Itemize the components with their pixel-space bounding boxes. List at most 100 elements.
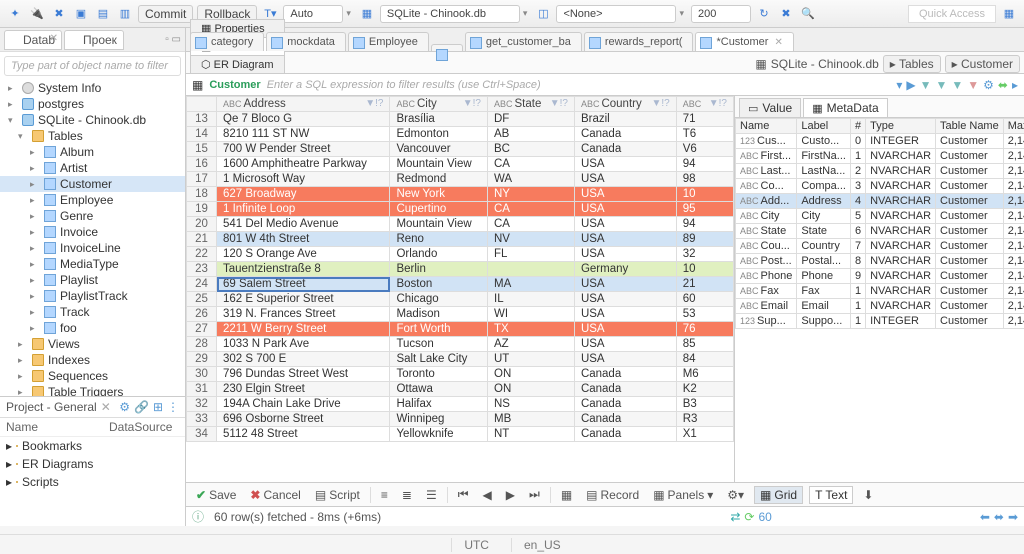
- collapse-icon[interactable]: ⬌: [998, 78, 1008, 92]
- schema-icon[interactable]: ◫: [534, 5, 552, 23]
- panels-button[interactable]: ▦Panels▾: [649, 487, 717, 503]
- meta-cell[interactable]: 2,147,483: [1003, 134, 1024, 149]
- cell[interactable]: 1600 Amphitheatre Parkway: [217, 157, 390, 172]
- cell[interactable]: Tucson: [390, 337, 488, 352]
- tree-node-indexes[interactable]: ▸Indexes: [0, 352, 185, 368]
- cell[interactable]: ON: [488, 367, 575, 382]
- cell[interactable]: Reno: [390, 232, 488, 247]
- search-icon[interactable]: 🔍: [799, 5, 817, 23]
- gear-icon[interactable]: ⚙▾: [723, 487, 748, 503]
- meta-cell[interactable]: ABCEmail: [736, 299, 797, 314]
- cell[interactable]: 98: [676, 172, 733, 187]
- meta-cell[interactable]: Custo...: [797, 134, 851, 149]
- cell[interactable]: Mountain View: [390, 157, 488, 172]
- meta-cell[interactable]: 2,147,483: [1003, 164, 1024, 179]
- meta-cell[interactable]: 3: [850, 179, 865, 194]
- dropdown-icon[interactable]: ▾: [896, 78, 902, 92]
- cell[interactable]: Toronto: [390, 367, 488, 382]
- cell[interactable]: Redmond: [390, 172, 488, 187]
- cell[interactable]: Canada: [574, 397, 676, 412]
- cell[interactable]: Boston: [390, 277, 488, 292]
- perspective-icon[interactable]: ▦: [1000, 5, 1018, 23]
- row-number[interactable]: 17: [187, 172, 217, 187]
- row-number[interactable]: 19: [187, 202, 217, 217]
- column-header[interactable]: ABCCountry▼!?: [574, 97, 676, 112]
- cell[interactable]: USA: [574, 292, 676, 307]
- column-header[interactable]: ABC▼!?: [676, 97, 733, 112]
- value-tab[interactable]: ▭ Value: [739, 98, 801, 117]
- cell[interactable]: USA: [574, 337, 676, 352]
- refresh-icon[interactable]: ↻: [755, 5, 773, 23]
- cell[interactable]: 94: [676, 217, 733, 232]
- cell[interactable]: USA: [574, 202, 676, 217]
- meta-cell[interactable]: NVARCHAR: [866, 239, 936, 254]
- cell[interactable]: V6: [676, 142, 733, 157]
- cell[interactable]: 319 N. Frances Street: [217, 307, 390, 322]
- refresh-icon[interactable]: ⟳: [744, 510, 754, 524]
- meta-cell[interactable]: LastNa...: [797, 164, 851, 179]
- meta-cell[interactable]: NVARCHAR: [866, 254, 936, 269]
- cell[interactable]: Cupertino: [390, 202, 488, 217]
- plug-icon[interactable]: 🔌: [28, 5, 46, 23]
- cell[interactable]: Salt Lake City: [390, 352, 488, 367]
- meta-cell[interactable]: Customer: [936, 284, 1004, 299]
- meta-cell[interactable]: Customer: [936, 239, 1004, 254]
- meta-cell[interactable]: ABCPost...: [736, 254, 797, 269]
- meta-cell[interactable]: 2,147,483: [1003, 179, 1024, 194]
- cell[interactable]: IL: [488, 292, 575, 307]
- commit-mode-dropdown[interactable]: Auto▾: [283, 5, 354, 23]
- cell[interactable]: 85: [676, 337, 733, 352]
- cell[interactable]: AZ: [488, 337, 575, 352]
- last-icon[interactable]: ⏭: [525, 486, 544, 503]
- meta-cell[interactable]: NVARCHAR: [866, 164, 936, 179]
- meta-cell[interactable]: 2,147,483: [1003, 194, 1024, 209]
- tree-node-artist[interactable]: ▸Artist: [0, 160, 185, 176]
- cell[interactable]: 1033 N Park Ave: [217, 337, 390, 352]
- meta-cell[interactable]: 4: [850, 194, 865, 209]
- meta-header[interactable]: #: [850, 119, 865, 134]
- filter-input[interactable]: Enter a SQL expression to filter results…: [267, 79, 891, 91]
- scroll-end-icon[interactable]: ➡: [1008, 510, 1018, 524]
- cell[interactable]: 10: [676, 262, 733, 277]
- meta-cell[interactable]: NVARCHAR: [866, 209, 936, 224]
- align-icon[interactable]: ☰: [422, 487, 441, 503]
- meta-cell[interactable]: NVARCHAR: [866, 194, 936, 209]
- gear-icon[interactable]: ⚙: [119, 400, 130, 414]
- meta-cell[interactable]: 1: [850, 149, 865, 164]
- cell[interactable]: Madison: [390, 307, 488, 322]
- meta-cell[interactable]: Phone: [797, 269, 851, 284]
- apply-filter-icon[interactable]: ▶: [906, 78, 915, 92]
- sql-editor-icon[interactable]: ▣: [72, 5, 90, 23]
- cell[interactable]: 5112 48 Street: [217, 427, 390, 442]
- tree-node-mediatype[interactable]: ▸MediaType: [0, 256, 185, 272]
- chevron-icon[interactable]: ▸: [1012, 78, 1018, 92]
- meta-cell[interactable]: NVARCHAR: [866, 284, 936, 299]
- tree-node-sqlite-chinook-db[interactable]: ▾SQLite - Chinook.db: [0, 112, 185, 128]
- transpose-icon[interactable]: ⇄: [730, 510, 740, 524]
- project-item[interactable]: ▸Scripts: [0, 473, 185, 491]
- meta-cell[interactable]: Customer: [936, 314, 1004, 329]
- cell[interactable]: 302 S 700 E: [217, 352, 390, 367]
- meta-cell[interactable]: Postal...: [797, 254, 851, 269]
- tree-node-foo[interactable]: ▸foo: [0, 320, 185, 336]
- view-tab-projects[interactable]: Проек: [64, 30, 124, 50]
- meta-cell[interactable]: Customer: [936, 254, 1004, 269]
- cell[interactable]: CA: [488, 202, 575, 217]
- close-icon[interactable]: ✕: [101, 400, 111, 414]
- cell[interactable]: 700 W Pender Street: [217, 142, 390, 157]
- cell[interactable]: Canada: [574, 382, 676, 397]
- meta-cell[interactable]: Suppo...: [797, 314, 851, 329]
- cell[interactable]: 76: [676, 322, 733, 337]
- project-item[interactable]: ▸ER Diagrams: [0, 455, 185, 473]
- cell[interactable]: 84: [676, 352, 733, 367]
- view-tab-database[interactable]: Datab ✕: [4, 30, 62, 50]
- add-row-icon[interactable]: ▦: [557, 487, 576, 503]
- row-number[interactable]: 28: [187, 337, 217, 352]
- meta-cell[interactable]: ABCFax: [736, 284, 797, 299]
- tree-node-invoice[interactable]: ▸Invoice: [0, 224, 185, 240]
- stop-icon[interactable]: ✖: [777, 5, 795, 23]
- meta-cell[interactable]: Compa...: [797, 179, 851, 194]
- grid-toggle[interactable]: ▦Grid: [754, 486, 803, 504]
- meta-cell[interactable]: Customer: [936, 299, 1004, 314]
- cell[interactable]: USA: [574, 232, 676, 247]
